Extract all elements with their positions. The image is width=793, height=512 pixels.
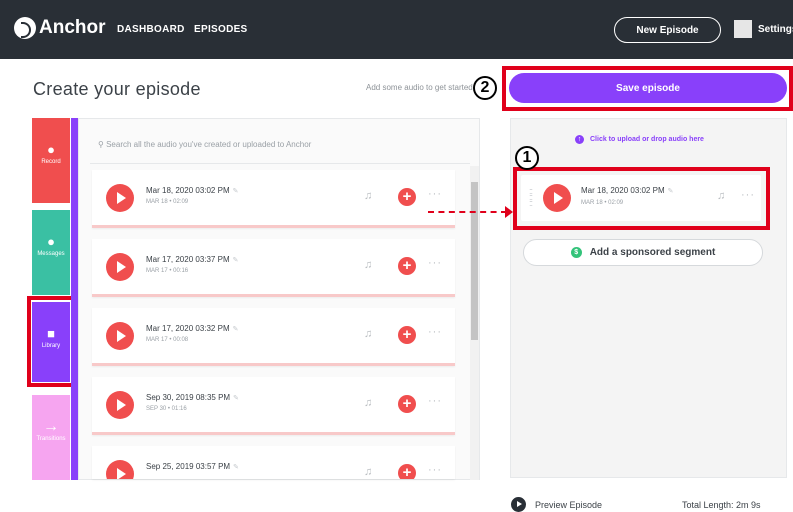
search-icon: ⚲	[98, 140, 104, 149]
new-episode-button[interactable]: New Episode	[614, 17, 721, 43]
upload-audio-link[interactable]: ↑ Click to upload or drop audio here	[575, 135, 704, 144]
edit-pencil-icon[interactable]: ✎	[233, 257, 239, 264]
edit-pencil-icon[interactable]: ✎	[233, 464, 239, 471]
brand-name: Anchor	[39, 17, 106, 38]
top-navigation-bar: Anchor DASHBOARD EPISODES New Episode Se…	[0, 0, 793, 59]
add-to-episode-button[interactable]: +	[398, 326, 416, 344]
library-item[interactable]: Sep 25, 2019 03:57 PM ✎ ♫ + ···	[92, 446, 455, 479]
edit-pencil-icon[interactable]: ✎	[233, 326, 239, 333]
upload-text: Click to upload or drop audio here	[590, 136, 704, 143]
chat-bubble-icon: ●	[47, 234, 55, 249]
edit-pencil-icon[interactable]: ✎	[233, 395, 239, 402]
more-options-icon[interactable]: ···	[428, 257, 442, 269]
add-to-episode-button[interactable]: +	[398, 257, 416, 275]
sponsored-label: Add a sponsored segment	[589, 247, 716, 258]
step-1-marker: 1	[515, 146, 539, 170]
step-2-marker: 2	[473, 76, 497, 100]
arrow-right-icon: →	[43, 418, 59, 435]
edit-pencil-icon[interactable]: ✎	[233, 188, 239, 195]
music-note-icon[interactable]: ♫	[364, 190, 372, 202]
music-note-icon[interactable]: ♫	[364, 466, 372, 478]
library-item[interactable]: Mar 17, 2020 03:37 PM ✎ MAR 17 • 00:16 ♫ …	[92, 239, 455, 297]
anchor-logo[interactable]: Anchor	[14, 17, 106, 39]
item-meta: MAR 17 • 00:08	[146, 337, 189, 343]
music-note-icon[interactable]: ♫	[364, 328, 372, 340]
active-tool-stripe	[71, 118, 78, 480]
add-sponsored-segment-button[interactable]: $ Add a sponsored segment	[523, 239, 763, 266]
tool-messages-label: Messages	[37, 251, 65, 257]
more-options-icon[interactable]: ···	[428, 464, 442, 476]
preview-play-icon	[511, 497, 526, 512]
highlight-segment-box	[513, 167, 770, 230]
page-title: Create your episode	[33, 79, 201, 99]
play-icon[interactable]	[106, 460, 134, 479]
library-scroll-thumb[interactable]	[471, 182, 478, 340]
music-note-icon[interactable]: ♫	[364, 259, 372, 271]
tool-record[interactable]: ● Record	[32, 118, 70, 203]
library-item[interactable]: Mar 18, 2020 03:02 PM ✎ MAR 18 • 02:09 ♫ …	[92, 170, 455, 228]
settings-avatar[interactable]	[734, 20, 752, 38]
item-title: Sep 30, 2019 08:35 PM	[146, 393, 231, 402]
library-search[interactable]: ⚲ Search all the audio you've created or…	[98, 140, 311, 149]
preview-label: Preview Episode	[535, 499, 603, 510]
item-title: Mar 17, 2020 03:32 PM	[146, 324, 230, 333]
search-divider	[90, 163, 470, 164]
add-to-episode-button[interactable]: +	[398, 188, 416, 206]
add-to-episode-button[interactable]: +	[398, 395, 416, 413]
music-note-icon[interactable]: ♫	[364, 397, 372, 409]
nav-dashboard[interactable]: DASHBOARD	[117, 24, 185, 35]
preview-episode-button[interactable]: Preview Episode	[511, 497, 602, 512]
tool-transitions-label: Transitions	[36, 436, 66, 442]
library-item[interactable]: Sep 30, 2019 08:35 PM ✎ SEP 30 • 01:16 ♫ …	[92, 377, 455, 435]
item-title: Sep 25, 2019 03:57 PM	[146, 462, 231, 471]
upload-icon: ↑	[575, 135, 584, 144]
search-input[interactable]: Search all the audio you've created or u…	[106, 140, 311, 149]
play-icon[interactable]	[106, 253, 134, 281]
more-options-icon[interactable]: ···	[428, 326, 442, 338]
play-icon[interactable]	[106, 322, 134, 350]
anchor-logo-icon	[14, 17, 36, 39]
item-meta: MAR 18 • 02:09	[146, 199, 189, 205]
highlight-save-box	[502, 66, 793, 111]
total-length: Total Length: 2m 9s	[682, 500, 761, 510]
dollar-icon: $	[570, 247, 582, 258]
add-to-episode-button[interactable]: +	[398, 464, 416, 479]
tool-transitions[interactable]: → Transitions	[32, 395, 70, 480]
item-title: Mar 17, 2020 03:37 PM	[146, 255, 230, 264]
item-meta: SEP 30 • 01:16	[146, 406, 187, 412]
item-title: Mar 18, 2020 03:02 PM	[146, 186, 230, 195]
helper-hint: Add some audio to get started	[366, 83, 473, 92]
settings-link[interactable]: Settings	[758, 24, 793, 35]
drag-arrow	[428, 211, 507, 213]
more-options-icon[interactable]: ···	[428, 395, 442, 407]
tool-record-label: Record	[41, 159, 61, 165]
more-options-icon[interactable]: ···	[428, 188, 442, 200]
microphone-icon: ●	[47, 142, 55, 157]
library-item[interactable]: Mar 17, 2020 03:32 PM ✎ MAR 17 • 00:08 ♫ …	[92, 308, 455, 366]
nav-episodes[interactable]: EPISODES	[194, 24, 248, 35]
tool-messages[interactable]: ● Messages	[32, 210, 70, 295]
play-icon[interactable]	[106, 184, 134, 212]
arrow-head-icon	[505, 206, 513, 218]
item-meta: MAR 17 • 00:16	[146, 268, 189, 274]
play-icon[interactable]	[106, 391, 134, 419]
